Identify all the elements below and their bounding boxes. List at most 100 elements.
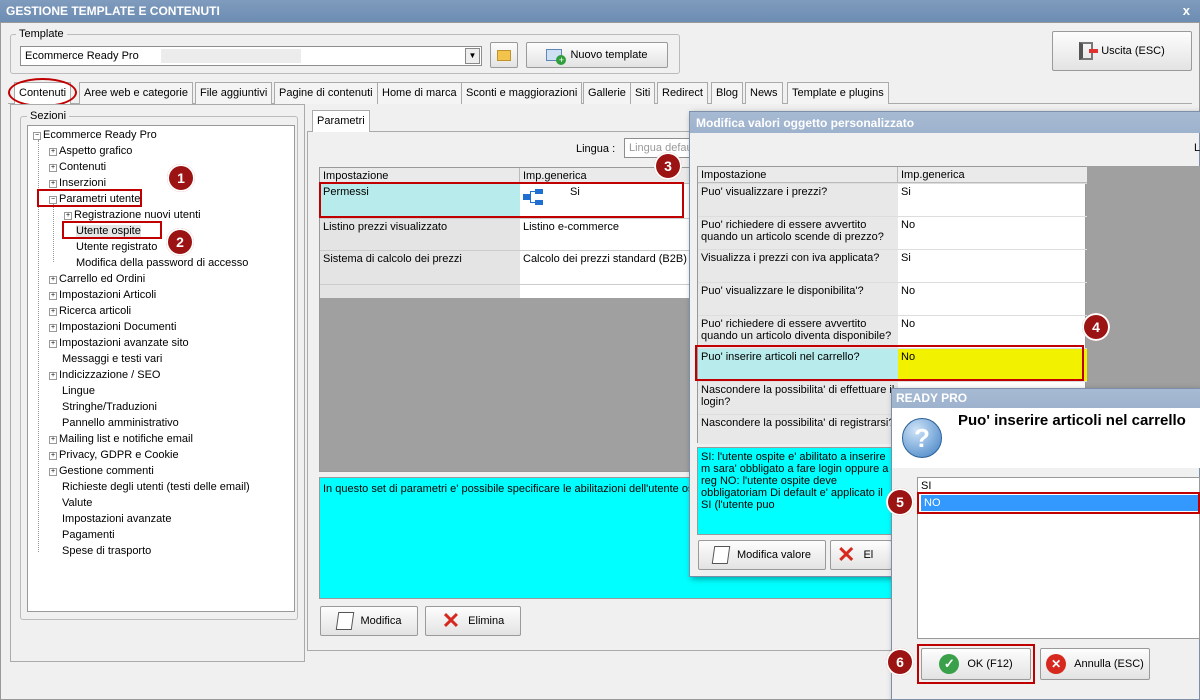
highlight-utente-ospite [62,221,162,239]
exit-icon [1079,42,1099,60]
tree-item-aspetto[interactable]: + Aspetto grafico [49,145,132,157]
tree-item-spese[interactable]: Spese di trasporto [62,545,151,557]
tree-item-mailing[interactable]: + Mailing list e notifiche email [49,433,193,445]
highlight-option-no [917,492,1200,514]
modal-row-name[interactable]: Puo' visualizzare i prezzi? [698,183,898,216]
tree-item-stringhe[interactable]: Stringhe/Traduzioni [62,401,157,413]
close-icon[interactable]: x [1183,3,1190,18]
tree-item-lingue[interactable]: Lingue [62,385,95,397]
tree-item-messaggi[interactable]: Messaggi e testi vari [62,353,162,365]
marker-1: 1 [167,164,195,192]
modal-row-value[interactable]: Si [898,183,1087,216]
tab-blog[interactable]: Blog [711,82,744,104]
marker-3: 3 [654,152,682,180]
tree-item-ricerca[interactable]: + Ricerca articoli [49,305,131,317]
folder-button[interactable] [490,42,518,68]
modifica-button[interactable]: Modifica [320,606,418,636]
tree-item-pannello[interactable]: Pannello amministrativo [62,417,179,429]
tree-line-sub [53,204,54,262]
exit-button[interactable]: Uscita (ESC) [1052,31,1192,71]
modal-row-name[interactable]: Nascondere la possibilita' di effettuare… [698,381,898,414]
tab-gallerie[interactable]: Gallerie [583,82,631,104]
add-window-icon: + [546,49,567,65]
tree-item-modifica-password[interactable]: Modifica della password di accesso [76,257,248,269]
modifica-valore-button[interactable]: Modifica valore [698,540,826,570]
modal-info-box: SI: l'utente ospite e' abilitato a inser… [697,447,897,535]
highlight-ok [917,644,1035,684]
tree-item-privacy[interactable]: + Privacy, GDPR e Cookie [49,449,179,461]
tab-template-plugins[interactable]: Template e plugins [787,82,889,104]
tree-root[interactable]: − Ecommerce Ready Pro [33,129,157,141]
tree-item-pagamenti[interactable]: Pagamenti [62,529,115,541]
tree-item-impostazioni-avanzate[interactable]: Impostazioni avanzate [62,513,171,525]
tab-file-aggiuntivi[interactable]: File aggiuntivi [195,82,273,104]
tab-aree-web[interactable]: Aree web e categorie [79,82,193,104]
modal-elimina-button[interactable]: ✕ El [830,540,892,570]
params-row-listino-name[interactable]: Listino prezzi visualizzato [320,218,520,250]
edit-icon [711,546,731,564]
modal-elimina-label: El [863,549,874,561]
marker-5: 5 [886,488,914,516]
modal-lingua-label-partial: L [1194,142,1200,154]
highlight-parametri-utente [37,189,142,207]
marker-4: 4 [1082,313,1110,341]
tab-home-marca[interactable]: Home di marca [377,82,462,104]
params-row-calcolo-name[interactable]: Sistema di calcolo dei prezzi [320,250,520,284]
folder-icon [497,49,511,61]
params-row-calcolo-value[interactable]: Calcolo dei prezzi standard (B2B) [520,250,695,284]
template-value: Ecommerce Ready Pro [25,50,139,62]
new-template-label: Nuovo template [570,49,648,61]
delete-icon: ✕ [837,542,856,567]
exit-label: Uscita (ESC) [1101,45,1165,57]
modal-row-name[interactable]: Puo' richiedere di essere avvertito quan… [698,216,898,249]
edit-icon [335,612,354,630]
modal-row-value[interactable]: No [898,315,1087,348]
modal-row-name[interactable]: Puo' visualizzare le disponibilita'? [698,282,898,315]
tab-redirect[interactable]: Redirect [657,82,708,104]
cancel-button[interactable]: ✕ Annulla (ESC) [1040,648,1150,680]
modal-row-name[interactable]: Puo' richiedere di essere avvertito quan… [698,315,898,348]
cancel-icon: ✕ [1046,654,1067,674]
chevron-down-icon[interactable]: ▼ [465,48,480,64]
modal-row-value[interactable]: Si [898,249,1087,282]
template-legend: Template [16,28,67,40]
tab-pagine-contenuti[interactable]: Pagine di contenuti [274,82,378,104]
modal-col2-header: Imp.generica [898,167,1087,183]
marker-6: 6 [886,648,914,676]
tree-item-valute[interactable]: Valute [62,497,92,509]
tree-item-commenti[interactable]: + Gestione commenti [49,465,154,477]
tree-item-contenuti[interactable]: + Contenuti [49,161,106,173]
modifica-label: Modifica [360,615,402,627]
tree-item-avanzate-sito[interactable]: + Impostazioni avanzate sito [49,337,189,349]
marker-2: 2 [166,228,194,256]
modal-row-name[interactable]: Visualizza i prezzi con iva applicata? [698,249,898,282]
modal-row-value[interactable]: No [898,216,1087,249]
modal-col1-header: Impostazione [698,167,898,183]
tree-item-impostazioni-articoli[interactable]: + Impostazioni Articoli [49,289,156,301]
elimina-button[interactable]: ✕ Elimina [425,606,521,636]
tree-item-utente-registrato[interactable]: Utente registrato [76,241,157,253]
tree-item-registrazione[interactable]: + Registrazione nuovi utenti [64,209,201,221]
sections-legend: Sezioni [27,110,70,122]
question-icon: ? [902,418,942,458]
blurred-field [161,49,301,63]
tab-siti[interactable]: Siti [630,82,656,104]
window-title: GESTIONE TEMPLATE E CONTENUTI [0,0,1200,22]
cancel-label: Annulla (ESC) [1074,658,1144,670]
tab-sconti[interactable]: Sconti e maggiorazioni [461,82,583,104]
params-row-listino-value[interactable]: Listino e-commerce [520,218,695,250]
new-template-button[interactable]: + Nuovo template [526,42,668,68]
tree-item-richieste[interactable]: Richieste degli utenti (testi delle emai… [62,481,250,493]
tree-item-documenti[interactable]: + Impostazioni Documenti [49,321,176,333]
tab-parametri[interactable]: Parametri [312,110,370,132]
template-select[interactable]: Ecommerce Ready Pro ▼ [20,46,482,66]
modifica-valori-title: Modifica valori oggetto personalizzato [690,112,1200,133]
dialog-question: Puo' inserire articoli nel carrello [958,412,1186,429]
tree-item-inserzioni[interactable]: + Inserzioni [49,177,106,189]
modal-row-value[interactable]: No [898,282,1087,315]
tree-item-carrello[interactable]: + Carrello ed Ordini [49,273,145,285]
option-si[interactable]: SI [921,480,931,492]
tab-news[interactable]: News [745,82,783,104]
tree-item-seo[interactable]: + Indicizzazione / SEO [49,369,161,381]
modal-row-name[interactable]: Nascondere la possibilita' di registrars… [698,414,898,444]
